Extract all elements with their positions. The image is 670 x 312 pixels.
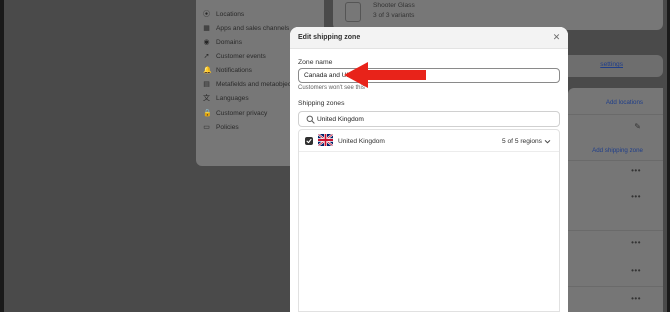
sidebar-item-label: Metafields and metaobjects bbox=[216, 81, 297, 88]
divider bbox=[568, 230, 663, 231]
divider bbox=[568, 160, 663, 161]
sidebar-item-languages[interactable]: 文 Languages bbox=[203, 95, 249, 102]
more-actions-icon[interactable]: ••• bbox=[631, 166, 641, 175]
uk-flag-icon bbox=[318, 134, 333, 146]
country-checkbox[interactable] bbox=[305, 137, 313, 145]
add-shipping-zone-link[interactable]: Add shipping zone bbox=[592, 147, 643, 154]
modal-header: Edit shipping zone ✕ bbox=[290, 27, 568, 49]
sidebar-item-label: Locations bbox=[216, 11, 245, 18]
more-actions-icon[interactable]: ••• bbox=[631, 294, 641, 303]
search-icon bbox=[306, 115, 315, 124]
chevron-down-icon[interactable] bbox=[544, 138, 551, 145]
sidebar-item-label: Customer events bbox=[216, 53, 266, 60]
zone-name-label: Zone name bbox=[298, 59, 333, 66]
sidebar-item-apps[interactable]: ▦ Apps and sales channels bbox=[203, 25, 289, 32]
metafields-icon: ▤ bbox=[203, 81, 210, 88]
sidebar-item-label: Domains bbox=[216, 39, 243, 46]
shipping-card: Add locations ✎ Add shipping zone ••• ••… bbox=[568, 88, 663, 312]
divider bbox=[568, 114, 663, 115]
sidebar-item-label: Customer privacy bbox=[216, 110, 268, 117]
product-variants: 3 of 3 variants bbox=[373, 12, 415, 19]
sidebar-item-metafields[interactable]: ▤ Metafields and metaobjects bbox=[203, 81, 296, 88]
sidebar-item-label: Policies bbox=[216, 124, 239, 131]
sidebar-item-label: Languages bbox=[216, 95, 249, 102]
add-locations-link[interactable]: Add locations bbox=[606, 99, 643, 106]
search-input[interactable] bbox=[317, 112, 557, 126]
sidebar-item-locations[interactable]: ⦿ Locations bbox=[203, 11, 244, 18]
modal-title: Edit shipping zone bbox=[298, 34, 361, 41]
sidebar-item-domains[interactable]: ◉ Domains bbox=[203, 39, 242, 46]
country-list: United Kingdom 5 of 5 regions bbox=[298, 129, 560, 312]
shipping-zones-label: Shipping zones bbox=[298, 100, 345, 107]
product-title: Shooter Glass bbox=[373, 2, 415, 9]
lock-icon: 🔒 bbox=[203, 110, 212, 117]
more-actions-icon[interactable]: ••• bbox=[631, 266, 641, 275]
language-icon: 文 bbox=[203, 95, 210, 102]
cursor-icon: ➚ bbox=[203, 53, 210, 60]
checkmark-icon bbox=[306, 138, 312, 144]
pencil-icon[interactable]: ✎ bbox=[634, 122, 641, 131]
globe-icon: ◉ bbox=[203, 39, 210, 46]
sidebar-item-label: Apps and sales channels bbox=[216, 25, 290, 32]
annotation-arrow-icon bbox=[344, 62, 426, 88]
more-actions-icon[interactable]: ••• bbox=[631, 192, 641, 201]
document-icon: ▭ bbox=[203, 124, 210, 131]
sidebar-item-label: Notifications bbox=[216, 67, 252, 74]
sidebar-item-customer-privacy[interactable]: 🔒 Customer privacy bbox=[203, 110, 267, 117]
sidebar-item-customer-events[interactable]: ➚ Customer events bbox=[203, 53, 266, 60]
sidebar-item-notifications[interactable]: 🔔 Notifications bbox=[203, 67, 252, 74]
location-pin-icon: ⦿ bbox=[203, 11, 210, 18]
list-item[interactable]: United Kingdom 5 of 5 regions bbox=[299, 130, 559, 152]
settings-link[interactable]: settings bbox=[600, 61, 623, 68]
close-icon[interactable]: ✕ bbox=[551, 32, 562, 43]
product-card: Shooter Glass 3 of 3 variants bbox=[333, 0, 663, 30]
more-actions-icon[interactable]: ••• bbox=[631, 238, 641, 247]
divider bbox=[568, 286, 663, 287]
sidebar-item-policies[interactable]: ▭ Policies bbox=[203, 124, 239, 131]
apps-icon: ▦ bbox=[203, 25, 210, 32]
zone-name-input[interactable] bbox=[298, 68, 560, 83]
bell-icon: 🔔 bbox=[203, 67, 212, 74]
country-name: United Kingdom bbox=[338, 138, 385, 145]
product-thumbnail bbox=[345, 2, 361, 22]
region-count: 5 of 5 regions bbox=[502, 138, 542, 145]
country-search-box[interactable] bbox=[298, 111, 560, 127]
edit-shipping-zone-modal: Edit shipping zone ✕ Zone name Customers… bbox=[290, 27, 568, 312]
